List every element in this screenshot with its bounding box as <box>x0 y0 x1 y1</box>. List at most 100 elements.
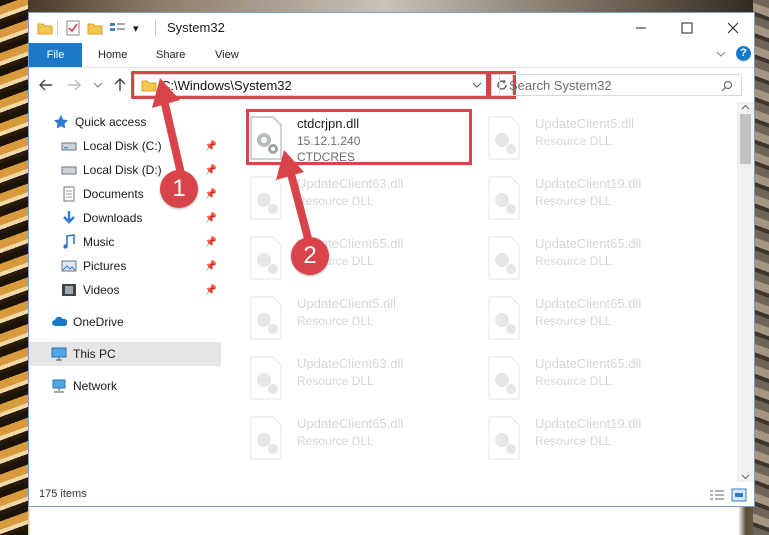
new-folder-icon[interactable] <box>87 19 103 37</box>
music-icon <box>63 234 75 249</box>
close-icon <box>727 22 739 34</box>
item-count: 175 items <box>39 488 87 500</box>
pin-icon[interactable]: 📌 <box>205 213 217 224</box>
nav-item-onedrive[interactable]: OneDrive <box>29 310 221 334</box>
nav-item-network[interactable]: Network <box>29 374 221 398</box>
file-name: UpdateClient65.dll <box>535 356 642 371</box>
help-icon[interactable]: ? <box>736 46 751 61</box>
dll-file-icon <box>250 296 282 340</box>
file-type: Resource DLL <box>535 134 612 148</box>
file-type: Resource DLL <box>297 314 374 328</box>
file-item[interactable]: UpdateClient65.dll Resource DLL <box>477 230 707 288</box>
chevron-down-icon <box>93 82 103 88</box>
tab-home[interactable]: Home <box>98 43 127 67</box>
tab-view[interactable]: View <box>215 43 239 67</box>
dll-file-icon <box>488 356 520 400</box>
videos-icon <box>62 284 76 296</box>
recent-locations-button[interactable] <box>89 76 107 94</box>
file-type: Resource DLL <box>535 374 612 388</box>
maximize-button[interactable] <box>664 13 710 43</box>
properties-icon[interactable] <box>65 19 81 37</box>
search-box[interactable]: Search System32 <box>499 74 742 96</box>
large-icons-view-icon[interactable] <box>731 488 747 502</box>
search-icon <box>721 81 732 92</box>
scroll-down-icon <box>741 474 750 480</box>
folder-icon <box>37 19 53 37</box>
file-type: Resource DLL <box>297 434 374 448</box>
pin-icon[interactable]: 📌 <box>205 141 217 152</box>
vertical-scrollbar[interactable] <box>737 102 754 482</box>
back-button[interactable] <box>37 76 55 94</box>
title-bar: ▾ System32 <box>29 13 754 43</box>
scroll-up-icon <box>741 104 750 110</box>
file-item[interactable]: UpdateClient63.dll Resource DLL <box>239 350 469 408</box>
file-name: UpdateClient65.dll <box>297 416 404 431</box>
close-button[interactable] <box>710 13 756 43</box>
file-item[interactable]: UpdateClient65.dll Resource DLL <box>239 410 469 468</box>
pictures-icon <box>61 260 77 272</box>
pin-icon[interactable]: 📌 <box>205 165 217 176</box>
pin-icon[interactable]: 📌 <box>205 285 217 296</box>
tab-file[interactable]: File <box>29 43 82 67</box>
ribbon-tabs: File Home Share View ? <box>29 43 754 68</box>
window-title: System32 <box>167 20 225 35</box>
drive-icon <box>61 166 77 175</box>
dll-file-icon <box>488 416 520 460</box>
view-options-icon[interactable] <box>109 19 127 37</box>
file-explorer-window: ▾ System32 File Home Share View ? C:\Win… <box>28 12 755 507</box>
details-view-icon[interactable] <box>709 488 725 502</box>
scroll-thumb[interactable] <box>740 114 751 164</box>
dll-file-icon <box>250 356 282 400</box>
documents-icon <box>63 186 75 202</box>
file-item[interactable]: UpdateClient19.dll Resource DLL <box>477 410 707 468</box>
nav-label: OneDrive <box>73 315 124 329</box>
dll-file-icon <box>250 416 282 460</box>
nav-label: Pictures <box>83 259 127 273</box>
star-icon <box>54 115 68 129</box>
status-bar: 175 items <box>29 482 754 508</box>
expand-ribbon-icon[interactable] <box>716 47 726 61</box>
forward-button[interactable] <box>65 76 83 94</box>
nav-item-downloads[interactable]: Downloads 📌 <box>29 206 221 230</box>
forward-arrow-icon <box>68 79 81 91</box>
dll-file-icon <box>488 116 520 160</box>
file-item[interactable]: UpdateClient5.dll Resource DLL <box>477 110 707 168</box>
navigation-bar: C:\Windows\System32 Search System32 <box>29 68 754 102</box>
nav-item-videos[interactable]: Videos 📌 <box>29 278 221 302</box>
file-item[interactable]: UpdateClient65.dll Resource DLL <box>477 350 707 408</box>
file-type: Resource DLL <box>535 314 612 328</box>
nav-label: Music <box>83 235 115 249</box>
nav-item-music[interactable]: Music 📌 <box>29 230 221 254</box>
nav-label: Documents <box>83 187 144 201</box>
file-item[interactable]: UpdateClient65.dll Resource DLL <box>477 290 707 348</box>
file-name: UpdateClient5.dll <box>535 116 635 131</box>
nav-label: Downloads <box>83 211 143 225</box>
pin-icon[interactable]: 📌 <box>205 189 217 200</box>
dll-file-icon <box>488 296 520 340</box>
file-item[interactable]: UpdateClient5.dll Resource DLL <box>239 290 469 348</box>
pin-icon[interactable]: 📌 <box>205 261 217 272</box>
desktop-background-left <box>0 0 28 535</box>
file-name: UpdateClient63.dll <box>297 356 404 371</box>
minimize-button[interactable] <box>618 13 664 43</box>
step-1-badge: 1 <box>160 170 198 208</box>
up-button[interactable] <box>111 76 129 94</box>
nav-label: Videos <box>83 283 120 297</box>
up-arrow-icon <box>114 78 126 91</box>
nav-item-this-pc[interactable]: This PC <box>29 342 221 366</box>
nav-label: Network <box>73 379 118 393</box>
nav-item-pictures[interactable]: Pictures 📌 <box>29 254 221 278</box>
file-type: Resource DLL <box>535 434 612 448</box>
nav-label: Quick access <box>75 115 147 129</box>
minimize-icon <box>636 27 646 29</box>
nav-label: This PC <box>73 347 116 361</box>
pin-icon[interactable]: 📌 <box>205 237 217 248</box>
file-item[interactable]: UpdateClient19.dll Resource DLL <box>477 170 707 228</box>
customize-qa-dropdown[interactable]: ▾ <box>133 19 139 37</box>
back-arrow-icon <box>39 79 52 91</box>
tab-share[interactable]: Share <box>156 43 185 67</box>
step-2-badge: 2 <box>291 237 329 275</box>
file-name: UpdateClient65.dll <box>535 296 642 311</box>
desktop-background <box>0 0 769 12</box>
search-placeholder: Search System32 <box>509 78 612 93</box>
